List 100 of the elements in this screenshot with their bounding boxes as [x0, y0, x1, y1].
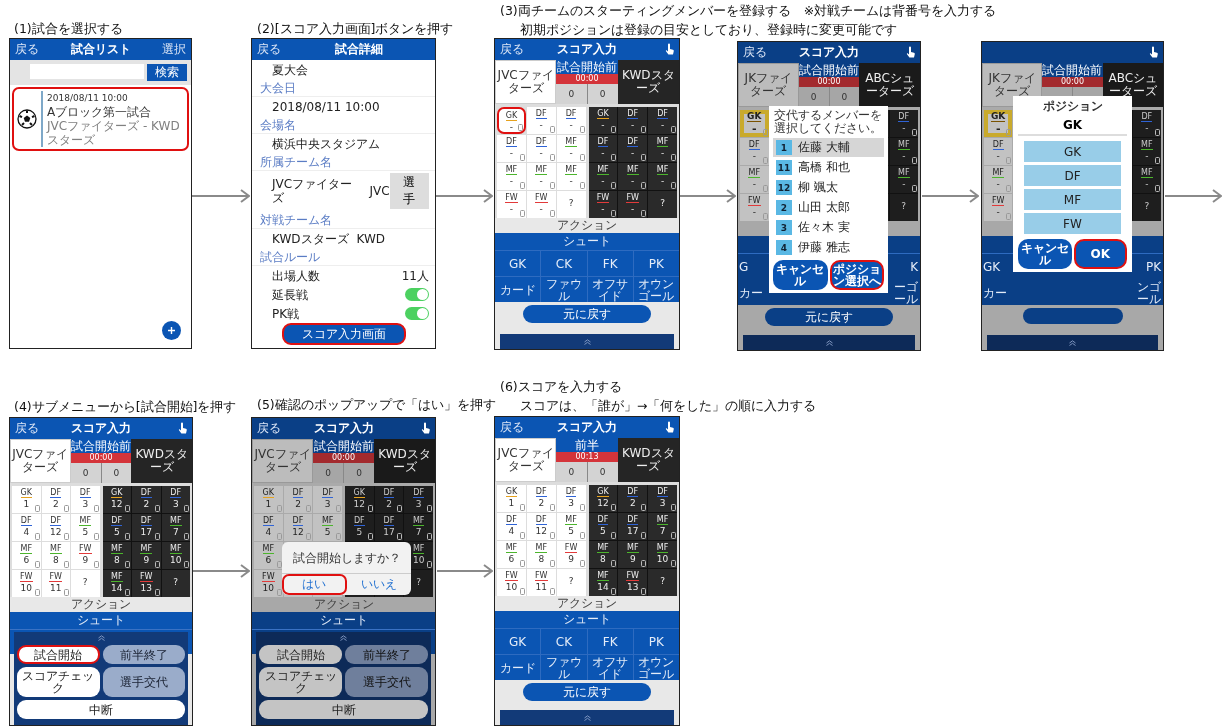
back-link[interactable]: 戻る [500, 419, 530, 436]
back-link[interactable]: 戻る [15, 420, 45, 437]
action-button[interactable]: FK [587, 251, 633, 276]
action-button[interactable]: PK [633, 251, 679, 276]
dialog-button[interactable]: キャンセル [773, 260, 828, 290]
dialog-button[interactable]: ポジション選択へ [829, 260, 884, 290]
back-link[interactable]: 戻る [15, 41, 45, 58]
action-button[interactable]: CK [541, 629, 587, 654]
member-row[interactable]: 4 伊藤 雅志 [773, 238, 884, 257]
player-cell[interactable]: MF - [984, 166, 1013, 193]
player-cell[interactable]: FW - [984, 194, 1013, 221]
player-cell[interactable]: MF - [1132, 166, 1161, 193]
player-cell[interactable]: DF 4 [497, 513, 526, 540]
dialog-button[interactable]: はい [282, 574, 347, 595]
player-cell[interactable]: DF 5 [102, 514, 131, 541]
player-cell[interactable]: FW - [740, 194, 769, 221]
player-cell[interactable]: ? [161, 570, 190, 597]
toggle-switch[interactable] [405, 307, 429, 320]
action-button[interactable]: オウンゴール [633, 655, 679, 680]
action-button[interactable]: カード [495, 277, 541, 302]
player-cell[interactable]: DF - [740, 138, 769, 165]
menu-button[interactable]: スコアチェック [17, 667, 100, 697]
player-cell[interactable]: DF 3 [313, 486, 342, 513]
shoot-button[interactable]: シュート [495, 233, 679, 250]
player-cell[interactable]: GK 12 [102, 486, 131, 513]
member-row[interactable]: 3 佐々木 実 [773, 218, 884, 237]
player-cell[interactable]: ? [556, 191, 586, 218]
player-cell[interactable]: GK - [740, 110, 769, 137]
action-button[interactable]: オフサイド [587, 277, 633, 302]
member-row[interactable]: 1 佐藤 大輔 [773, 138, 884, 157]
player-cell[interactable]: MF - [556, 163, 586, 190]
shoot-button[interactable]: シュート [252, 612, 435, 629]
player-cell[interactable]: DF 12 [41, 514, 70, 541]
player-cell[interactable]: FW 11 [526, 569, 556, 596]
action-button[interactable]: ファウル [541, 655, 587, 680]
shoot-button[interactable]: シュート [495, 611, 679, 628]
member-row[interactable]: 11 高橋 和也 [773, 158, 884, 177]
player-cell[interactable]: DF - [588, 135, 618, 162]
player-cell[interactable]: FW 10 [254, 570, 283, 597]
player-cell[interactable]: DF - [889, 110, 918, 137]
search-button[interactable]: 検索 [147, 64, 187, 81]
player-cell[interactable]: DF 17 [618, 513, 648, 540]
player-cell[interactable]: MF 9 [618, 541, 648, 568]
player-cell[interactable]: FW - [588, 191, 618, 218]
select-link[interactable]: 選択 [156, 41, 186, 58]
player-cell[interactable]: DF 4 [254, 514, 283, 541]
menu-button[interactable]: 試合開始 [259, 645, 342, 664]
menu-button[interactable]: 選手交代 [345, 667, 428, 697]
menu-button[interactable]: 前半終了 [345, 645, 428, 664]
player-cell[interactable]: GK - [588, 107, 618, 134]
player-cell[interactable]: FW 10 [497, 569, 526, 596]
player-cell[interactable]: MF 7 [404, 514, 433, 541]
player-cell[interactable]: DF 2 [618, 485, 648, 512]
player-cell[interactable]: DF 2 [41, 486, 70, 513]
players-button[interactable]: 選手 [389, 173, 429, 209]
player-cell[interactable]: DF - [618, 107, 648, 134]
player-cell[interactable]: MF 5 [71, 514, 100, 541]
player-cell[interactable]: MF - [526, 163, 556, 190]
player-cell[interactable]: DF 4 [12, 514, 41, 541]
player-cell[interactable]: FW - [526, 191, 556, 218]
back-link[interactable]: 戻る [500, 41, 530, 58]
player-cell[interactable]: MF - [889, 138, 918, 165]
position-option[interactable]: DF [1024, 165, 1121, 186]
player-cell[interactable]: ? [71, 570, 100, 597]
player-cell[interactable]: FW 10 [12, 570, 41, 597]
back-link[interactable]: 戻る [743, 44, 773, 61]
shoot-button[interactable]: シュート [10, 612, 192, 629]
player-cell[interactable]: DF 3 [161, 486, 190, 513]
player-cell[interactable]: MF 9 [132, 542, 161, 569]
player-cell[interactable]: MF - [497, 163, 526, 190]
player-cell[interactable]: DF - [648, 107, 677, 134]
action-button[interactable]: オウンゴール [633, 277, 679, 302]
menu-button[interactable]: スコアチェック [259, 667, 342, 697]
player-cell[interactable]: GK 1 [12, 486, 41, 513]
player-cell[interactable]: GK 12 [588, 485, 618, 512]
action-button[interactable]: GK [495, 629, 541, 654]
player-cell[interactable]: MF 5 [313, 514, 342, 541]
player-cell[interactable]: MF - [588, 163, 618, 190]
player-cell[interactable]: GK - [497, 107, 526, 134]
menu-button[interactable]: 選手交代 [102, 667, 185, 697]
action-button[interactable]: CK [541, 251, 587, 276]
player-cell[interactable]: MF 5 [556, 513, 586, 540]
player-cell[interactable]: DF 12 [283, 514, 313, 541]
player-cell[interactable]: DF 17 [132, 514, 161, 541]
player-cell[interactable]: DF 3 [556, 485, 586, 512]
player-cell[interactable]: DF - [526, 135, 556, 162]
menu-button[interactable]: 前半終了 [102, 645, 185, 664]
player-cell[interactable]: MF 7 [648, 513, 677, 540]
player-cell[interactable]: MF 8 [588, 541, 618, 568]
player-cell[interactable]: GK 1 [497, 485, 526, 512]
player-cell[interactable]: FW 9 [556, 541, 586, 568]
player-cell[interactable]: GK 1 [254, 486, 283, 513]
search-field[interactable] [30, 64, 144, 79]
undo-button[interactable]: 元に戻す [765, 308, 893, 326]
player-cell[interactable]: MF 7 [161, 514, 190, 541]
player-cell[interactable]: MF 8 [41, 542, 70, 569]
player-cell[interactable]: ? [648, 569, 677, 596]
match-list-item[interactable]: 2018/08/11 10:00 Aブロック第一試合 JVCファイターズ - KWDスターズ [12, 87, 189, 151]
player-cell[interactable]: DF - [497, 135, 526, 162]
member-row[interactable]: 12 柳 颯太 [773, 178, 884, 197]
